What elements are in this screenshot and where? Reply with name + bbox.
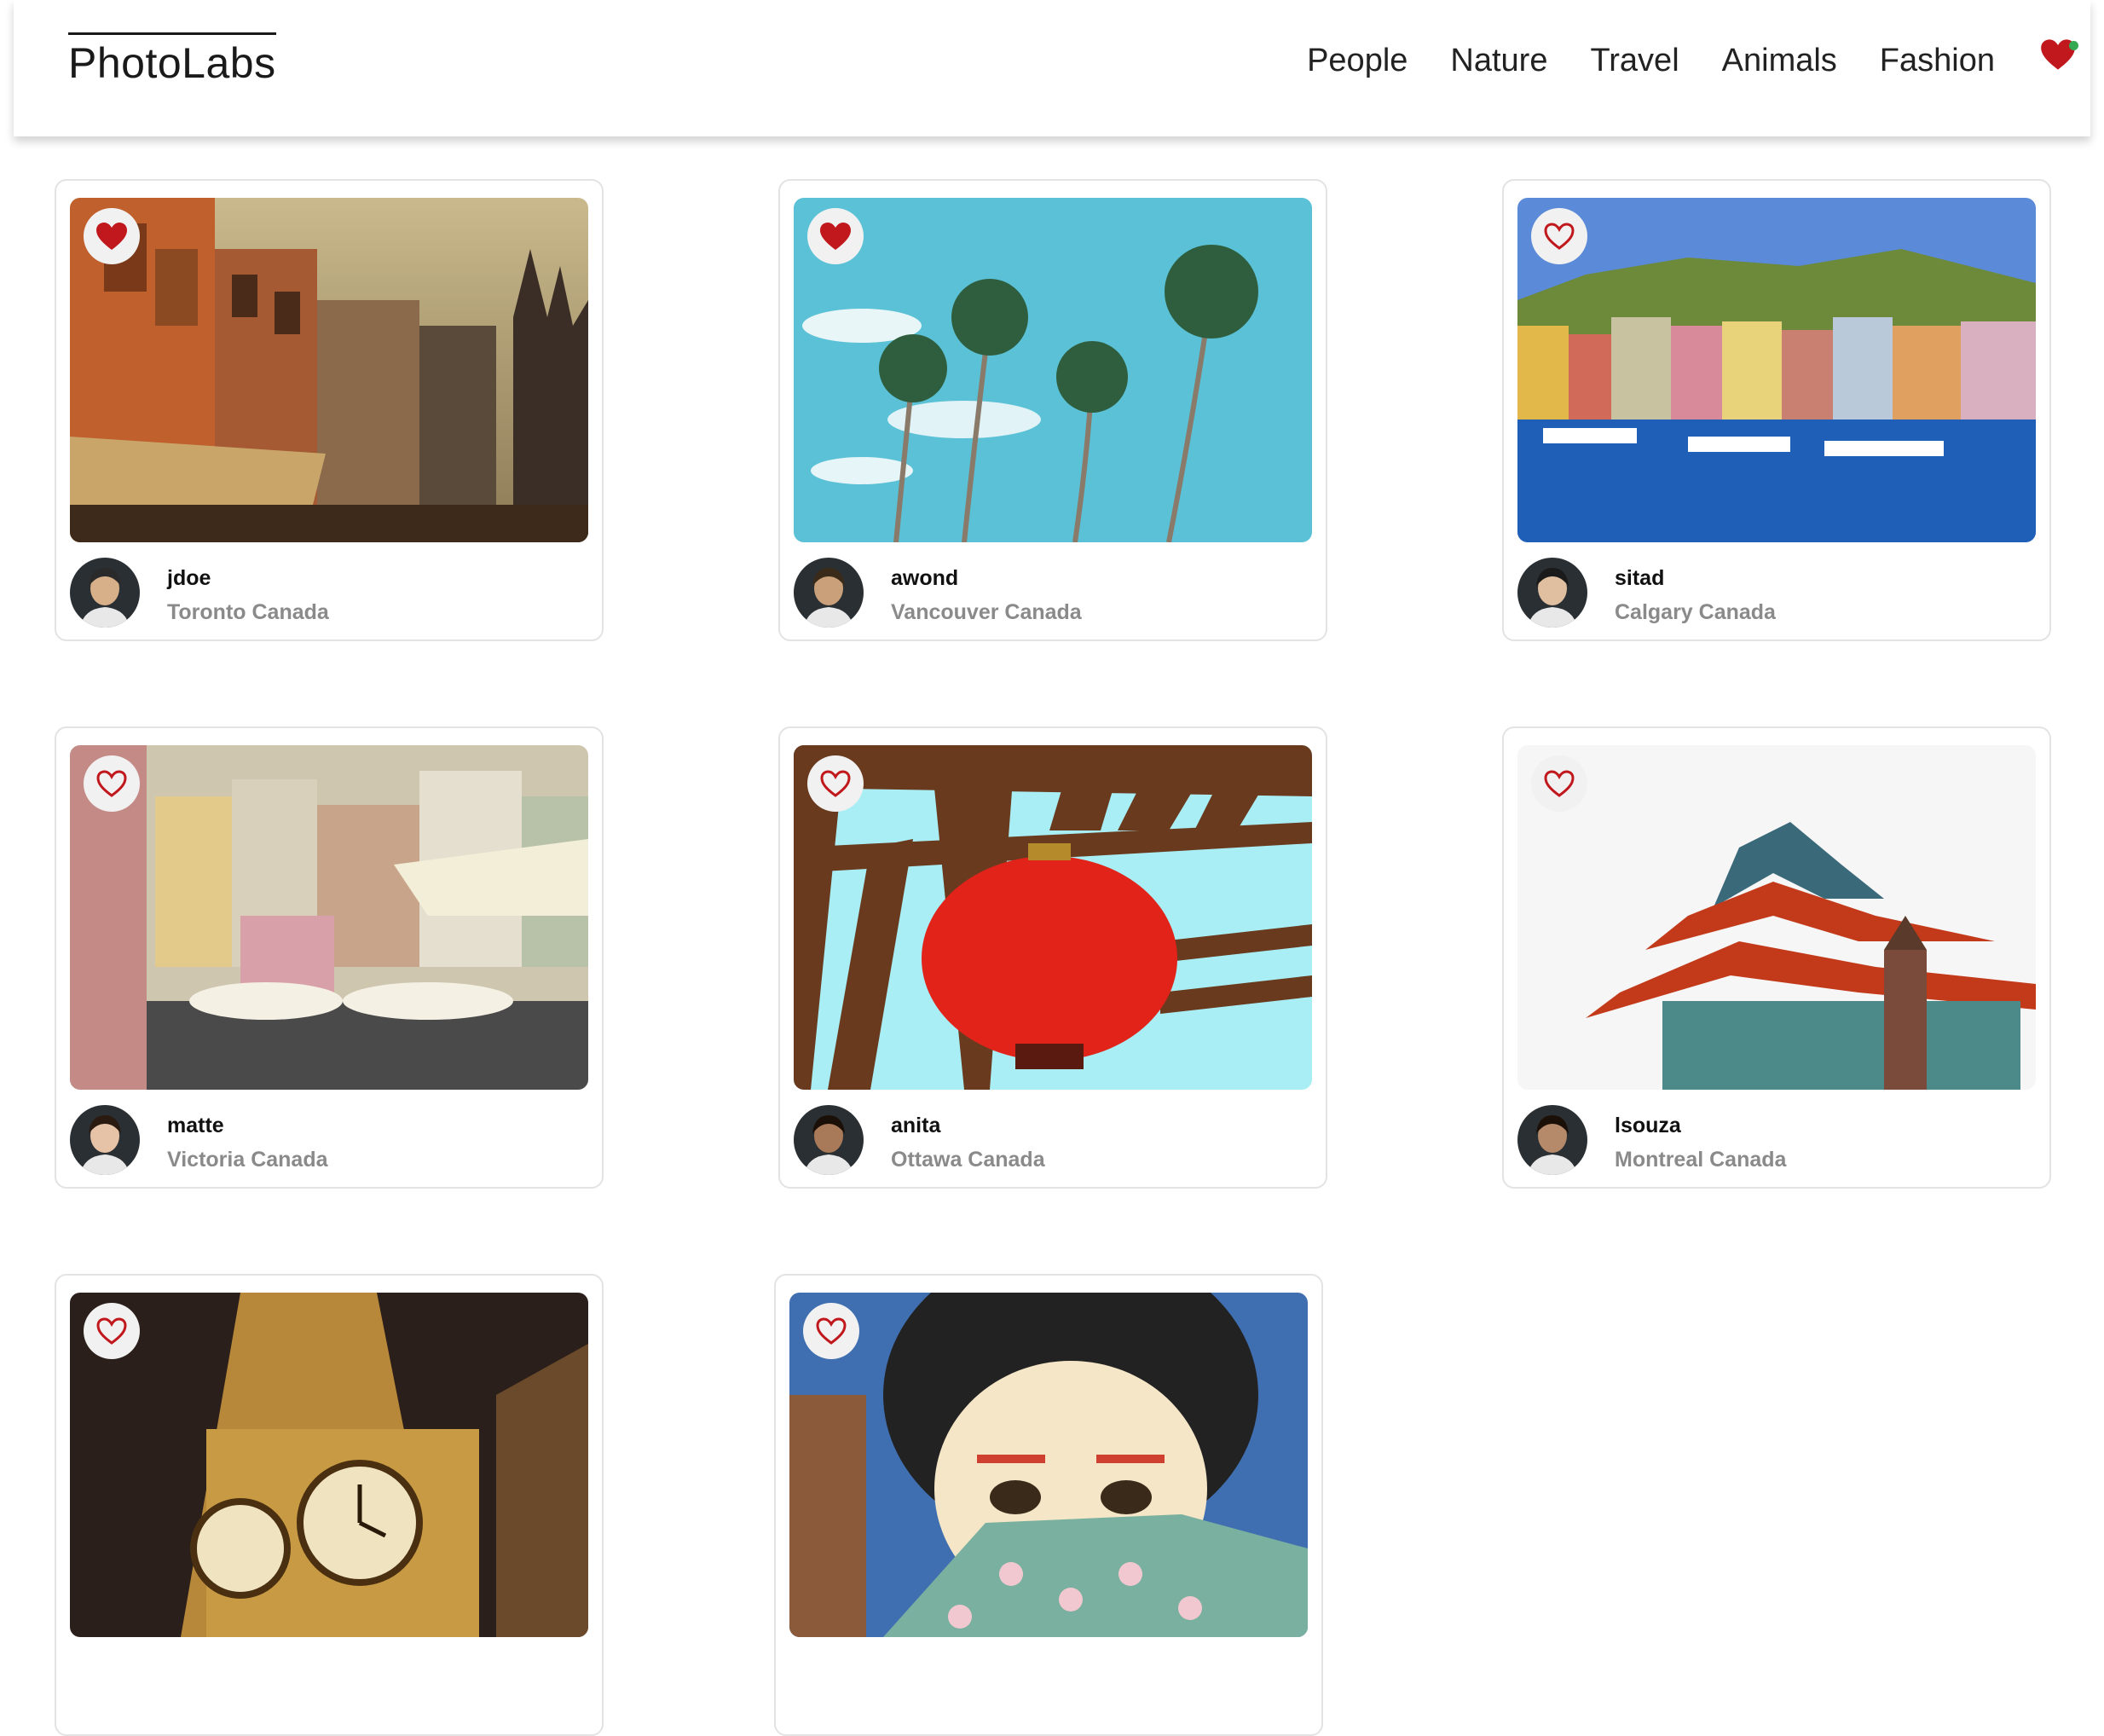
user-avatar: [70, 558, 140, 628]
photo-card: awond Vancouver Canada: [778, 179, 1327, 641]
heart-outline-icon: [1544, 770, 1575, 797]
topic-people[interactable]: People: [1307, 44, 1407, 77]
photo-card: [55, 1274, 604, 1736]
photo-image-harbor-town[interactable]: [1517, 198, 2036, 542]
like-button[interactable]: [84, 1303, 140, 1359]
notification-dot: [2069, 41, 2078, 50]
user-avatar: [70, 1105, 140, 1175]
photo-card: sitad Calgary Canada: [1502, 179, 2051, 641]
like-button[interactable]: [803, 1303, 859, 1359]
username: sitad: [1615, 566, 1665, 590]
photo-image-old-buildings[interactable]: [70, 198, 588, 542]
photo-card: lsouza Montreal Canada: [1502, 726, 2051, 1189]
heart-outline-icon: [96, 770, 127, 797]
heart-outline-icon: [96, 1317, 127, 1345]
like-button[interactable]: [1531, 755, 1587, 812]
user-location: Calgary Canada: [1615, 600, 1776, 624]
top-navigation-bar: PhotoLabs People Nature Travel Animals F…: [14, 0, 2090, 136]
user-avatar: [1517, 1105, 1587, 1175]
like-button[interactable]: [807, 755, 864, 812]
topic-fashion[interactable]: Fashion: [1880, 44, 1995, 77]
user-avatar: [794, 1105, 864, 1175]
photo-image-clock-tower[interactable]: [70, 1293, 588, 1637]
favourites-heart-icon[interactable]: [2039, 38, 2080, 75]
like-button[interactable]: [84, 755, 140, 812]
like-button[interactable]: [84, 208, 140, 264]
username: awond: [891, 566, 959, 590]
photo-image-red-lantern[interactable]: [794, 745, 1312, 1090]
photo-card: anita Ottawa Canada: [778, 726, 1327, 1189]
user-location: Ottawa Canada: [891, 1148, 1045, 1172]
topic-nature[interactable]: Nature: [1450, 44, 1547, 77]
photo-card: matte Victoria Canada: [55, 726, 604, 1189]
user-location: Vancouver Canada: [891, 600, 1082, 624]
topic-list: People Nature Travel Animals Fashion: [1264, 44, 1995, 77]
user-avatar: [794, 558, 864, 628]
user-location: Montreal Canada: [1615, 1148, 1787, 1172]
username: jdoe: [167, 566, 211, 590]
username: anita: [891, 1114, 941, 1137]
like-button[interactable]: [1531, 208, 1587, 264]
username: lsouza: [1615, 1114, 1681, 1137]
topic-animals[interactable]: Animals: [1722, 44, 1837, 77]
heart-outline-icon: [816, 1317, 847, 1345]
topic-travel[interactable]: Travel: [1590, 44, 1679, 77]
heart-filled-icon: [820, 223, 851, 250]
brand-logo[interactable]: PhotoLabs: [68, 32, 276, 84]
photo-card: [774, 1274, 1323, 1736]
user-avatar: [1517, 558, 1587, 628]
user-location: Toronto Canada: [167, 600, 329, 624]
photo-image-colorful-village[interactable]: [70, 745, 588, 1090]
heart-outline-icon: [820, 770, 851, 797]
photo-image-pagoda-roof[interactable]: [1517, 745, 2036, 1090]
photo-card: jdoe Toronto Canada: [55, 179, 604, 641]
heart-outline-icon: [1544, 223, 1575, 250]
like-button[interactable]: [807, 208, 864, 264]
photo-image-geisha-mural[interactable]: [789, 1293, 1308, 1637]
heart-filled-icon: [96, 223, 127, 250]
username: matte: [167, 1114, 224, 1137]
photo-image-palm-trees[interactable]: [794, 198, 1312, 542]
user-location: Victoria Canada: [167, 1148, 328, 1172]
